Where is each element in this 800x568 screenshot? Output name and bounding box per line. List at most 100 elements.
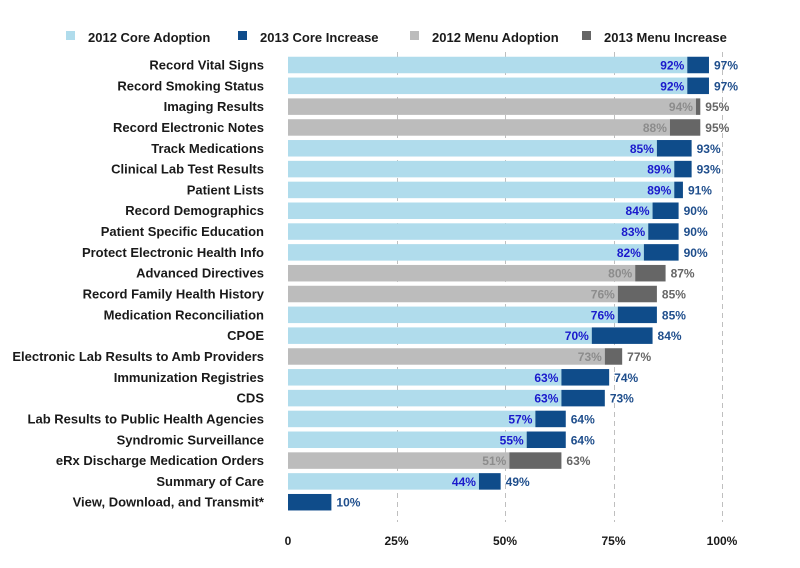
bar-2013-increase-menu (669, 119, 701, 136)
category-label: Record Vital Signs (149, 58, 264, 73)
value-label-2013: 49% (506, 475, 530, 489)
value-label-2012: 89% (647, 183, 671, 197)
bar-2013-increase-core (561, 389, 605, 407)
value-label-2012: 85% (630, 142, 654, 156)
bar-2012-core (288, 202, 653, 219)
value-label-2012: 76% (591, 308, 615, 322)
value-label-2013: 90% (684, 204, 708, 218)
bar-2012-menu (288, 285, 618, 303)
category-label: Clinical Lab Test Results (111, 162, 264, 177)
value-label-2012: 82% (617, 246, 641, 260)
legend-item: 2012 Menu Adoption (410, 30, 559, 45)
legend-swatch (582, 31, 591, 40)
bar-2012-menu (288, 264, 636, 282)
bar-2013-increase-core (687, 56, 709, 74)
bar-2012-menu (288, 452, 510, 469)
bar-2013-increase-core (656, 140, 692, 157)
bar-2012-core (288, 369, 562, 386)
bar-row (288, 369, 610, 386)
category-label: Protect Electronic Health Info (82, 245, 264, 260)
bar-row (288, 327, 653, 344)
value-label-2012: 83% (621, 225, 645, 239)
value-label-2013: 77% (627, 350, 651, 364)
legend-label: 2013 Menu Increase (604, 30, 727, 45)
bar-2013-increase-core (288, 493, 332, 511)
value-label-2013: 85% (662, 308, 686, 322)
legend-item: 2013 Core Increase (238, 30, 379, 45)
bar-2012-core (288, 244, 644, 261)
category-label: Record Electronic Notes (113, 120, 264, 135)
category-label: eRx Discharge Medication Orders (56, 453, 264, 468)
value-label-2012: 94% (669, 100, 693, 114)
bar-row (288, 493, 332, 511)
bar-2013-increase-core (591, 327, 653, 344)
bar-2013-increase-core (535, 410, 566, 428)
bar-row (288, 223, 679, 240)
bar-2012-core (288, 431, 527, 449)
bar-row (288, 348, 623, 365)
category-label: Record Smoking Status (117, 78, 264, 93)
value-label-2012: 76% (591, 288, 615, 302)
value-label-2013: 63% (566, 454, 590, 468)
legend-swatch (410, 31, 419, 40)
bar-2012-core (288, 140, 657, 157)
bar-2013-increase-core (674, 181, 683, 199)
value-label-2012: 70% (565, 329, 589, 343)
bar-2012-core (288, 77, 688, 95)
bar-2012-menu (288, 98, 696, 115)
category-label: Patient Specific Education (101, 224, 264, 239)
bar-2013-increase-menu (509, 452, 562, 469)
x-tick-label: 75% (601, 534, 625, 548)
value-label-2012: 51% (482, 454, 506, 468)
x-axis: 0 25% 50% 75% 100% (285, 534, 738, 548)
category-label: Summary of Care (156, 474, 264, 489)
value-label-2013: 97% (714, 59, 738, 73)
x-tick-label: 100% (707, 534, 738, 548)
value-label-2013: 10% (336, 496, 360, 510)
bar-row (288, 119, 701, 136)
bar-row (288, 160, 692, 178)
bar-2013-increase-menu (604, 348, 623, 365)
value-label-2013: 74% (614, 371, 638, 385)
value-label-2012: 63% (534, 371, 558, 385)
bar-2013-increase-menu (617, 285, 657, 303)
category-label: Imaging Results (164, 99, 264, 114)
stacked-bar-chart: 2012 Core Adoption 2013 Core Increase 2012… (12, 30, 738, 548)
value-label-2013: 97% (714, 79, 738, 93)
bar-row (288, 431, 566, 449)
x-tick-label: 0 (285, 534, 292, 548)
category-label: View, Download, and Transmit* (73, 495, 265, 510)
legend-label: 2012 Core Adoption (88, 30, 210, 45)
value-label-2012: 80% (608, 267, 632, 281)
legend: 2012 Core Adoption 2013 Core Increase 2012… (66, 30, 727, 45)
category-label: CPOE (227, 328, 264, 343)
bar-2013-increase-menu (695, 98, 701, 115)
category-label: Record Demographics (125, 203, 264, 218)
value-label-2013: 64% (571, 433, 595, 447)
value-label-2013: 93% (697, 142, 721, 156)
value-label-2012: 57% (508, 412, 532, 426)
bar-row (288, 77, 709, 95)
legend-label: 2012 Menu Adoption (432, 30, 559, 45)
value-label-2013: 95% (705, 100, 729, 114)
bar-2012-menu (288, 119, 670, 136)
value-label-2012: 84% (626, 204, 650, 218)
value-label-2012: 44% (452, 475, 476, 489)
bar-2012-core (288, 306, 618, 324)
bar-2012-core (288, 160, 675, 178)
bar-2013-increase-core (643, 244, 679, 261)
legend-item: 2013 Menu Increase (582, 30, 727, 45)
value-label-2012: 63% (534, 392, 558, 406)
bar-2012-core (288, 56, 688, 74)
bar-2013-increase-core (478, 473, 501, 490)
value-label-2013: 64% (571, 412, 595, 426)
bar-2013-increase-core (652, 202, 679, 219)
bar-2013-increase-menu (635, 264, 666, 282)
value-label-2013: 90% (684, 225, 708, 239)
value-label-2012: 89% (647, 163, 671, 177)
bar-row (288, 452, 562, 469)
legend-swatch (66, 31, 75, 40)
value-label-2012: 92% (660, 59, 684, 73)
value-label-2012: 73% (578, 350, 602, 364)
bar-2013-increase-core (687, 77, 709, 95)
